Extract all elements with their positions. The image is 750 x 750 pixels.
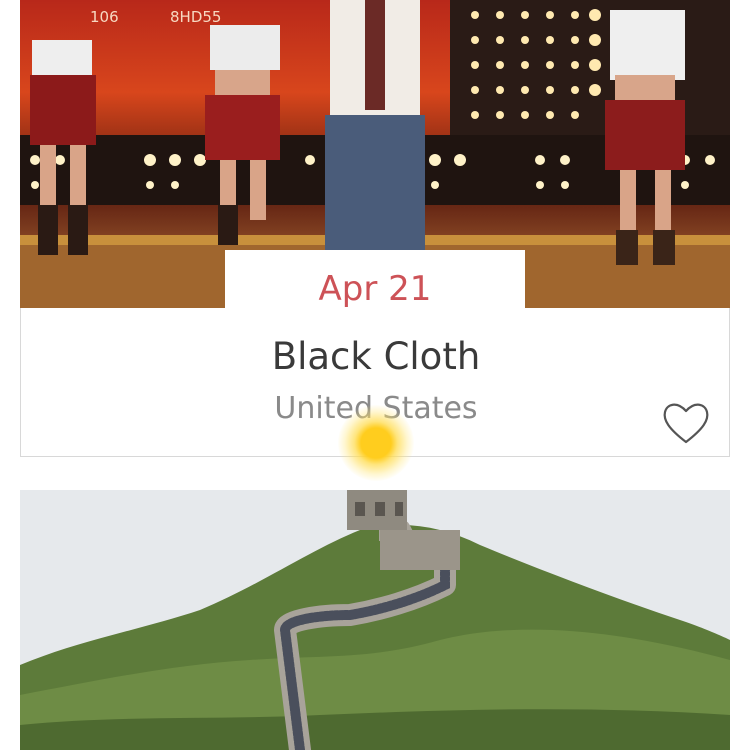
event-location: United States [274, 391, 478, 426]
favorite-button[interactable] [661, 400, 711, 446]
svg-text:106: 106 [90, 8, 119, 26]
event-card[interactable]: 106 8HD55 Black Cloth United States Apr … [20, 0, 730, 457]
svg-text:8HD55: 8HD55 [170, 8, 221, 26]
event-info-panel: Black Cloth United States [20, 308, 730, 457]
event-title: Black Cloth [271, 335, 481, 378]
date-tab: Apr 21 [225, 250, 525, 310]
great-wall-image [20, 490, 730, 750]
event-photo-2[interactable] [20, 490, 730, 750]
event-date: Apr 21 [318, 269, 432, 309]
heart-outline-icon [663, 403, 709, 444]
event-card-2[interactable] [20, 490, 730, 750]
